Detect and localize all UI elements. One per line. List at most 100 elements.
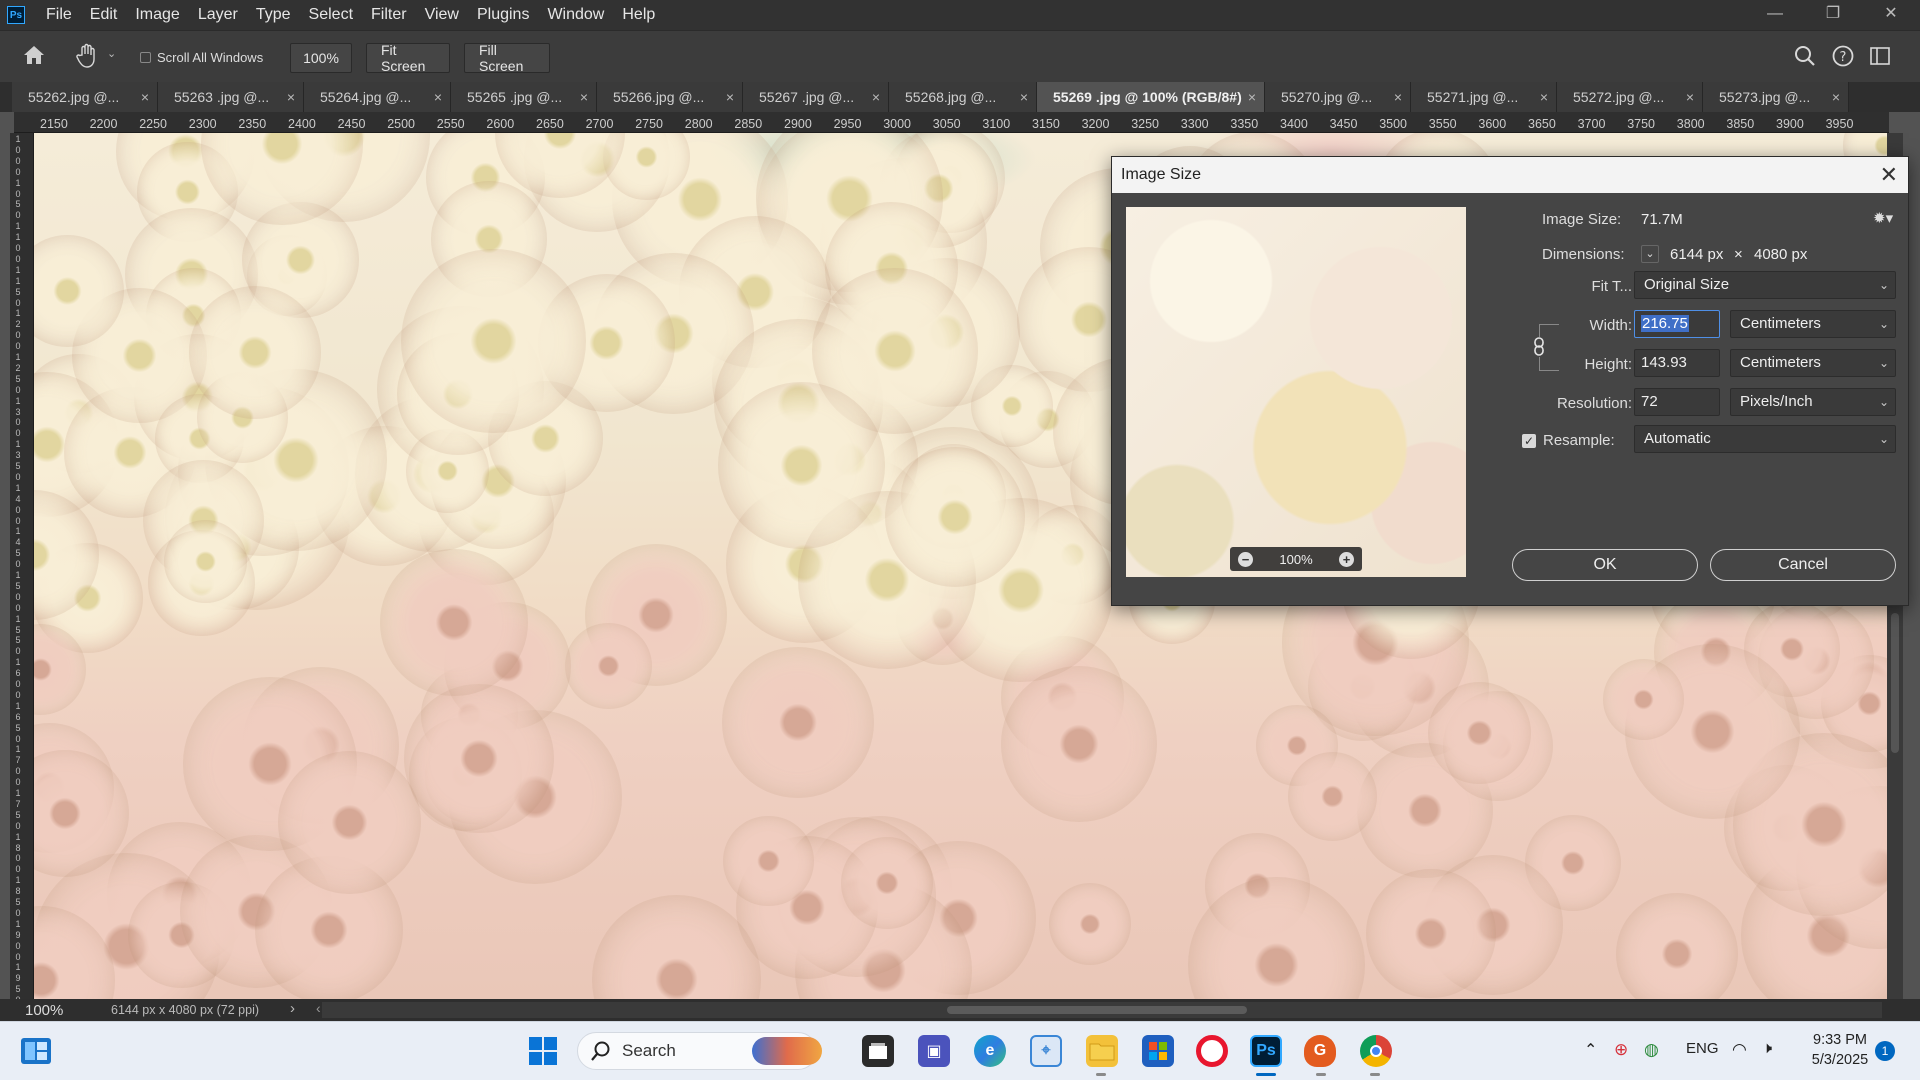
menu-image[interactable]: Image [126, 0, 188, 30]
zoom-in-icon[interactable]: + [1339, 551, 1354, 567]
wifi-icon[interactable]: ◠ [1732, 1040, 1747, 1060]
scroll-left-icon[interactable]: ‹ [316, 1000, 321, 1016]
document-tab[interactable]: 55272.jpg @... × [1557, 82, 1703, 112]
document-tab[interactable]: 55268.jpg @... × [889, 82, 1037, 112]
status-arrow-icon[interactable]: › [290, 1000, 295, 1017]
constrain-proportions-link-icon[interactable] [1531, 337, 1547, 357]
menu-filter[interactable]: Filter [362, 0, 416, 30]
opera-icon[interactable] [1196, 1035, 1228, 1067]
menu-select[interactable]: Select [300, 0, 362, 30]
teams-icon[interactable]: ▣ [918, 1035, 950, 1067]
tab-close-icon[interactable]: × [872, 82, 880, 112]
chrome-icon[interactable] [1360, 1035, 1392, 1067]
document-tab[interactable]: 55270.jpg @... × [1265, 82, 1411, 112]
tab-close-icon[interactable]: × [726, 82, 734, 112]
document-tab[interactable]: 55266.jpg @... × [597, 82, 743, 112]
help-icon[interactable]: ? [1832, 45, 1854, 71]
height-input[interactable]: 143.93 [1634, 349, 1720, 377]
tab-close-icon[interactable]: × [1832, 82, 1840, 112]
document-tab[interactable]: 55262.jpg @... × [12, 82, 158, 112]
home-icon[interactable] [22, 44, 46, 70]
document-tab[interactable]: 55267 .jpg @... × [743, 82, 889, 112]
photoshop-logo-icon[interactable]: Ps [7, 6, 25, 24]
snipping-tool-icon[interactable]: ⌖ [1030, 1035, 1062, 1067]
document-tab[interactable]: 55265 .jpg @... × [451, 82, 597, 112]
dimensions-dropdown-icon[interactable]: ⌄ [1641, 245, 1659, 263]
notification-badge[interactable]: 1 [1875, 1041, 1895, 1061]
resolution-unit-select[interactable]: Pixels/Inch ⌄ [1730, 388, 1896, 416]
menu-type[interactable]: Type [247, 0, 300, 30]
width-unit-select[interactable]: Centimeters ⌄ [1730, 310, 1896, 338]
document-tab[interactable]: 55271.jpg @... × [1411, 82, 1557, 112]
resolution-input[interactable]: 72 [1634, 388, 1720, 416]
restore-button[interactable]: ❐ [1804, 0, 1862, 30]
settings-gear-icon[interactable]: ✹▾ [1873, 209, 1893, 227]
ruler-tick-label: 2350 [238, 117, 267, 131]
cancel-button[interactable]: Cancel [1710, 549, 1896, 581]
tab-close-icon[interactable]: × [1686, 82, 1694, 112]
microsoft-store-icon[interactable] [1142, 1035, 1174, 1067]
menu-plugins[interactable]: Plugins [468, 0, 538, 30]
tray-language[interactable]: ENG [1686, 1040, 1719, 1057]
close-window-button[interactable]: ✕ [1862, 0, 1920, 30]
scroll-all-windows-box[interactable] [140, 52, 151, 63]
height-unit-select[interactable]: Centimeters ⌄ [1730, 349, 1896, 377]
tray-chevron-up-icon[interactable]: ⌃ [1584, 1040, 1597, 1060]
horizontal-scrollbar[interactable]: ‹ [316, 1000, 1882, 1018]
tab-close-icon[interactable]: × [141, 82, 149, 112]
edge-icon[interactable]: e [974, 1035, 1006, 1067]
brave-icon[interactable]: G [1304, 1035, 1336, 1067]
tab-close-icon[interactable]: × [287, 82, 295, 112]
menu-help[interactable]: Help [613, 0, 664, 30]
zoom-out-icon[interactable]: − [1238, 551, 1253, 567]
photoshop-taskbar-icon[interactable]: Ps [1250, 1035, 1282, 1067]
tool-preset-chevron-icon[interactable]: ⌄ [107, 47, 116, 60]
menu-file[interactable]: File [37, 0, 81, 30]
menu-layer[interactable]: Layer [189, 0, 247, 30]
dialog-close-icon[interactable]: ✕ [1880, 157, 1898, 193]
ruler-left-digit: 0 [15, 864, 21, 875]
ok-button[interactable]: OK [1512, 549, 1698, 581]
taskbar-search-input[interactable]: Search [577, 1032, 822, 1070]
document-tab[interactable]: 55264.jpg @... × [304, 82, 451, 112]
ruler-left-digit: 0 [15, 330, 21, 341]
workspace-icon[interactable] [1870, 47, 1890, 69]
resample-select[interactable]: Automatic ⌄ [1634, 425, 1896, 453]
dialog-titlebar[interactable]: Image Size ✕ [1112, 157, 1908, 193]
tab-close-icon[interactable]: × [1248, 82, 1256, 112]
scroll-all-windows-checkbox[interactable]: Scroll All Windows [140, 50, 263, 65]
horizontal-scroll-thumb[interactable] [947, 1006, 1247, 1014]
resample-checkbox[interactable]: ✓ [1522, 434, 1536, 448]
document-tab[interactable]: 55273.jpg @... × [1703, 82, 1849, 112]
volume-muted-icon[interactable]: 🕨 [1762, 1040, 1772, 1058]
fill-screen-button[interactable]: Fill Screen [464, 42, 550, 74]
width-input[interactable]: 216.75 [1634, 310, 1720, 338]
minimize-button[interactable]: — [1746, 0, 1804, 30]
tab-close-icon[interactable]: × [1020, 82, 1028, 112]
fit-screen-button[interactable]: Fit Screen [366, 42, 450, 74]
vertical-scroll-thumb[interactable] [1891, 613, 1899, 753]
status-zoom[interactable]: 100% [25, 1002, 105, 1019]
tray-vpn-icon[interactable]: ⊕ [1614, 1040, 1628, 1060]
menu-view[interactable]: View [416, 0, 468, 30]
start-windows-icon[interactable] [528, 1036, 558, 1070]
hand-tool-icon[interactable] [76, 43, 100, 73]
document-tab[interactable]: 55263 .jpg @... × [158, 82, 304, 112]
tab-close-icon[interactable]: × [1540, 82, 1548, 112]
zoom-100-button[interactable]: 100% [290, 43, 352, 73]
image-preview[interactable]: − 100% + [1126, 207, 1466, 577]
widgets-icon[interactable] [20, 1037, 52, 1069]
menu-edit[interactable]: Edit [81, 0, 127, 30]
search-highlight-image[interactable] [752, 1037, 822, 1065]
tab-close-icon[interactable]: × [434, 82, 442, 112]
document-tab[interactable]: 55269 .jpg @ 100% (RGB/8#) × [1037, 82, 1265, 112]
tab-close-icon[interactable]: × [1394, 82, 1402, 112]
file-explorer-icon[interactable] [1086, 1035, 1118, 1067]
tab-close-icon[interactable]: × [580, 82, 588, 112]
task-view-icon[interactable] [862, 1035, 894, 1067]
fit-to-select[interactable]: Original Size ⌄ [1634, 271, 1896, 299]
tray-network-globe-icon[interactable]: ◍ [1644, 1040, 1659, 1060]
search-icon[interactable] [1794, 45, 1816, 71]
ruler-left-digit: 1 [15, 134, 21, 144]
menu-window[interactable]: Window [538, 0, 613, 30]
